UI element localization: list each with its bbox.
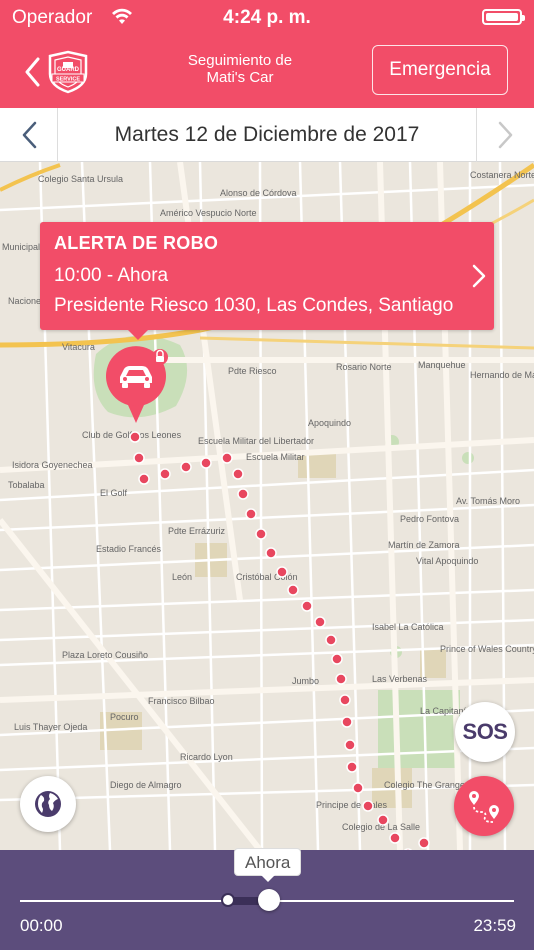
back-button[interactable]: GUARD SERVICE: [24, 50, 96, 94]
route-point: [180, 461, 192, 473]
route-point: [276, 566, 288, 578]
page-title-line2: Mati's Car: [206, 69, 274, 86]
route-button[interactable]: [454, 776, 514, 836]
alert-address: Presidente Riesco 1030, Las Condes, Sant…: [54, 295, 454, 316]
timeline-start-time: 00:00: [20, 916, 63, 935]
date-bar: Martes 12 de Diciembre de 2017: [0, 108, 534, 162]
timeline-end-time: 23:59: [473, 916, 516, 935]
range-end-handle[interactable]: [258, 889, 280, 911]
map-type-button[interactable]: [20, 776, 76, 832]
range-start-handle[interactable]: [221, 893, 235, 907]
alert-title: ALERTA DE ROBO: [54, 233, 219, 253]
chevron-right-icon: [472, 264, 486, 288]
status-time: 4:24 p. m.: [223, 7, 311, 28]
route-point: [325, 634, 337, 646]
svg-text:SERVICE: SERVICE: [56, 77, 80, 83]
globe-icon: [35, 791, 61, 817]
route-point: [346, 761, 358, 773]
route-point: [352, 782, 364, 794]
date-label: Martes 12 de Diciembre de 2017: [114, 123, 420, 146]
alert-time: 10:00 - Ahora: [54, 265, 169, 286]
status-bar: Operador 4:24 p. m.: [0, 0, 534, 34]
chevron-left-icon: [25, 57, 40, 87]
now-tooltip: Ahora: [234, 848, 302, 882]
route-point: [232, 468, 244, 480]
chevron-left-icon: [22, 121, 36, 149]
route-point: [138, 473, 150, 485]
route-point: [237, 488, 249, 500]
guard-service-logo: GUARD SERVICE: [48, 50, 88, 94]
battery-icon: [482, 9, 525, 25]
page-title-line1: Seguimiento de: [187, 52, 293, 69]
page-title: Seguimiento de Mati's Car: [150, 52, 330, 86]
timeline-bar: Ahora 00:00 23:59: [0, 848, 534, 950]
route-point: [389, 832, 401, 844]
route-point: [245, 508, 257, 520]
previous-day-button[interactable]: [0, 108, 58, 162]
route-point: [335, 673, 347, 685]
route-point: [159, 468, 171, 480]
chevron-right-icon: [498, 121, 512, 149]
route-point: [418, 837, 430, 849]
route-point: [314, 616, 326, 628]
route-point: [339, 694, 351, 706]
route-point: [344, 739, 356, 751]
route-point: [200, 457, 212, 469]
route-point: [341, 716, 353, 728]
route-point: [287, 584, 299, 596]
car-marker-icon[interactable]: [104, 345, 168, 425]
route-point: [133, 452, 145, 464]
emergency-button[interactable]: Emergencia: [372, 45, 508, 95]
route-icon: [469, 791, 499, 823]
route-point: [265, 547, 277, 559]
route-point: [129, 431, 141, 443]
route-point: [255, 528, 267, 540]
route-point: [331, 653, 343, 665]
theft-alert-card[interactable]: ALERTA DE ROBO 10:00 - Ahora Presidente …: [40, 222, 494, 340]
route-point: [377, 814, 389, 826]
route-point: [301, 600, 313, 612]
header: Operador 4:24 p. m. GUARD SERVICE Seguim…: [0, 0, 534, 108]
route-point: [362, 800, 374, 812]
next-day-button[interactable]: [476, 108, 534, 162]
sos-button[interactable]: SOS: [455, 702, 515, 762]
route-point: [221, 452, 233, 464]
